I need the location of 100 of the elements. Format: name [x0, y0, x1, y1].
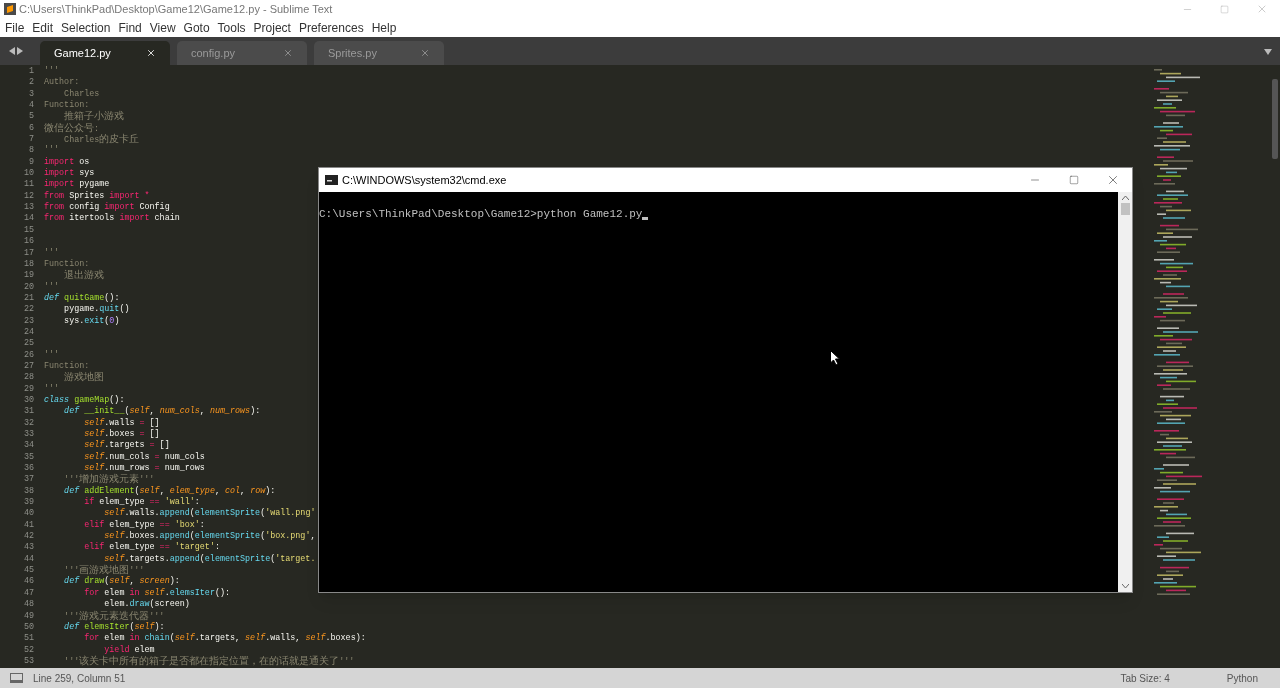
- code-line: def elemsIter(self):: [63, 621, 165, 633]
- code-line: ''': [44, 145, 60, 157]
- line-number: 31: [23, 406, 34, 418]
- line-number: 3: [28, 88, 34, 101]
- line-number: 23: [23, 315, 34, 327]
- back-arrow-icon[interactable]: [9, 47, 15, 55]
- line-number: 45: [23, 565, 34, 577]
- syntax-label[interactable]: Python: [1226, 670, 1258, 686]
- code-line: ''': [44, 383, 60, 395]
- close-icon[interactable]: [146, 48, 156, 58]
- code-line: self.boxes.append(elementSprite('box.png',: [103, 531, 316, 542]
- menu-item[interactable]: Preferences: [294, 18, 368, 37]
- line-number: 11: [23, 179, 34, 191]
- line-number: 51: [23, 633, 34, 645]
- line-number: 40: [23, 508, 34, 520]
- line-number: 49: [23, 610, 34, 622]
- scroll-thumb[interactable]: [1120, 203, 1130, 215]
- text-cursor: [642, 217, 649, 220]
- panel-toggle-icon[interactable]: [10, 673, 23, 683]
- line-number: 30: [23, 394, 34, 407]
- code-line: Function:: [44, 258, 90, 269]
- line-number: 27: [23, 360, 34, 373]
- line-number: 29: [23, 383, 34, 395]
- code-line: '''画游戏地图''': [63, 565, 145, 577]
- dropdown-arrow-icon[interactable]: [1264, 49, 1272, 55]
- line-number: 19: [23, 270, 34, 282]
- code-line: self.boxes = []: [83, 429, 160, 440]
- code-line: self.num_rows = num_rows: [83, 463, 205, 474]
- console-scrollbar[interactable]: [1118, 192, 1132, 592]
- code-line: def addElement(self, elem_type, col, row):: [63, 485, 276, 497]
- code-line: pygame.quit(): [63, 304, 130, 316]
- code-line: import os: [44, 156, 90, 168]
- line-number: 47: [23, 587, 34, 600]
- line-number: 22: [23, 304, 34, 316]
- line-number: 2: [28, 77, 34, 89]
- code-line: ''': [44, 281, 60, 293]
- line-number: 33: [23, 429, 34, 441]
- scroll-down-icon[interactable]: [1121, 584, 1129, 588]
- menu-item[interactable]: Project: [249, 18, 295, 37]
- console-icon: [325, 175, 338, 185]
- line-number: 52: [23, 644, 34, 656]
- tab-size[interactable]: Tab Size: 4: [1120, 670, 1170, 686]
- app-logo-icon: [4, 3, 16, 15]
- menu-item[interactable]: Find: [114, 18, 146, 37]
- line-number: 1: [28, 66, 34, 78]
- code-line: self.walls.append(elementSprite('wall.png': [103, 508, 316, 520]
- code-line: for elem in chain(self.targets, self.walls, self.boxes):: [83, 633, 366, 645]
- code-line: elif elem_type == 'box':: [83, 519, 205, 531]
- code-line: 推箱子小游戏: [63, 111, 125, 123]
- menu-item[interactable]: Tools: [213, 18, 250, 37]
- menu-item[interactable]: View: [145, 18, 180, 37]
- line-number: 24: [23, 326, 34, 339]
- menu-item[interactable]: Goto: [179, 18, 214, 37]
- line-number: 5: [28, 111, 34, 123]
- line-number: 13: [23, 202, 34, 214]
- code-line: self.walls = []: [83, 417, 160, 429]
- code-line: self.num_cols = num_cols: [83, 451, 205, 463]
- line-number: 44: [23, 553, 34, 566]
- mouse-pointer-icon: [830, 350, 840, 366]
- code-line: yield elem: [103, 644, 155, 655]
- line-number: 12: [23, 190, 34, 203]
- code-line: ''': [44, 247, 60, 259]
- code-line: from itertools import chain: [44, 213, 180, 225]
- menu-item[interactable]: Edit: [28, 18, 58, 37]
- code-line: import sys: [44, 168, 95, 179]
- code-line: self.targets.append(elementSprite('target.: [103, 553, 316, 564]
- code-line: Charles: [63, 88, 100, 100]
- menu-item[interactable]: File: [1, 18, 29, 37]
- code-line: 微信公众号:: [44, 122, 100, 134]
- line-number: 14: [23, 213, 34, 225]
- forward-arrow-icon[interactable]: [17, 47, 23, 55]
- line-number: 20: [23, 281, 34, 293]
- menu-item[interactable]: Help: [367, 18, 401, 37]
- code-line: self.targets = []: [83, 440, 170, 452]
- code-line: Function:: [44, 360, 90, 371]
- code-line: def __init__(self, num_cols, num_rows):: [63, 406, 261, 418]
- line-number: 43: [23, 542, 34, 554]
- line-number: 28: [23, 372, 34, 384]
- line-number: 6: [28, 122, 34, 135]
- line-number: 48: [23, 599, 34, 611]
- line-number: 8: [28, 145, 34, 157]
- menu-item[interactable]: Selection: [57, 18, 115, 37]
- code-line: class gameMap():: [44, 394, 125, 406]
- scrollbar[interactable]: [1272, 79, 1278, 159]
- line-number: 36: [23, 463, 34, 475]
- code-line: '''该关卡中所有的箱子是否都在指定位置，在的话就是通关了''': [63, 655, 355, 668]
- line-number: 39: [23, 497, 34, 509]
- code-line: for elem in self.elemsIter():: [83, 587, 230, 599]
- line-number: 37: [23, 474, 34, 486]
- code-line: elif elem_type == 'target':: [83, 542, 220, 554]
- code-line: Function:: [44, 100, 90, 111]
- file-tab[interactable]: Game12.py: [40, 41, 170, 65]
- line-number: 16: [23, 236, 34, 248]
- line-number: 26: [23, 349, 34, 361]
- cursor-position: Line 259, Column 51: [33, 671, 126, 686]
- scroll-up-icon[interactable]: [1121, 196, 1129, 200]
- code-line: sys.exit(0): [63, 315, 120, 327]
- code-line: import pygame: [44, 179, 110, 191]
- maximize-icon: [1068, 175, 1079, 185]
- line-number: 35: [23, 451, 34, 464]
